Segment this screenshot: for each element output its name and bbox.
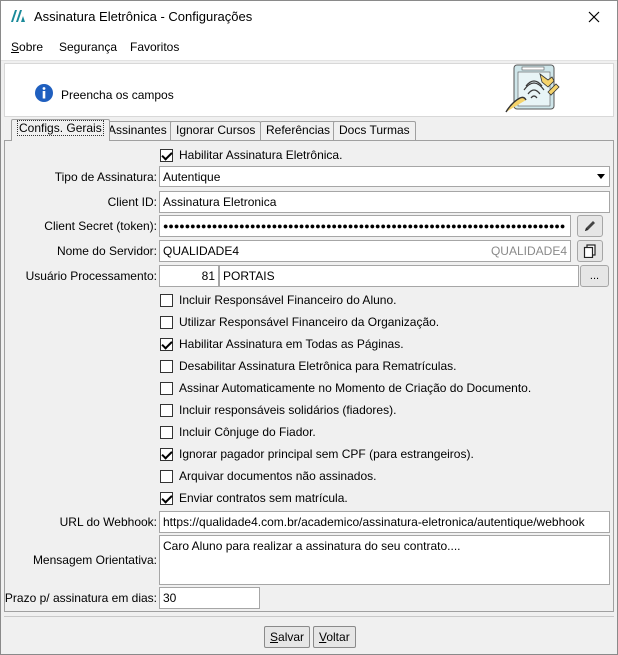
app-logo-icon xyxy=(11,10,25,22)
option-checkbox[interactable] xyxy=(160,403,173,417)
window-title: Assinatura Eletrônica - Configurações xyxy=(34,9,253,24)
info-icon xyxy=(35,84,53,102)
option-checkbox[interactable] xyxy=(160,469,173,483)
option-checkbox[interactable] xyxy=(160,315,173,329)
client-id-row: Client ID: Assinatura Eletronica xyxy=(5,191,613,213)
copy-servidor-button[interactable] xyxy=(577,240,603,262)
option-checkbox-row[interactable]: Arquivar documentos não assinados. xyxy=(160,468,376,484)
option-checkbox[interactable] xyxy=(160,359,173,373)
option-checkbox-label: Enviar contratos sem matrícula. xyxy=(179,491,348,505)
servidor-value: QUALIDADE4 xyxy=(163,244,240,258)
habilitar-assinatura-checkbox[interactable] xyxy=(160,148,173,162)
tipo-assinatura-select[interactable]: Autentique xyxy=(159,166,610,187)
header-instruction: Preencha os campos xyxy=(61,88,174,102)
option-checkbox-label: Habilitar Assinatura em Todas as Páginas… xyxy=(179,337,404,351)
option-checkbox[interactable] xyxy=(160,425,173,439)
servidor-input[interactable]: QUALIDADE4 QUALIDADE4 xyxy=(159,240,571,262)
webhook-label: URL do Webhook: xyxy=(59,515,157,529)
edit-secret-button[interactable] xyxy=(577,215,603,237)
pencil-icon xyxy=(585,221,595,231)
webhook-input[interactable]: https://qualidade4.com.br/academico/assi… xyxy=(159,511,610,533)
client-secret-input[interactable]: ●●●●●●●●●●●●●●●●●●●●●●●●●●●●●●●●●●●●●●●●… xyxy=(159,215,571,237)
usuario-row: Usuário Processamento: 81 PORTAIS ... xyxy=(5,265,613,287)
option-checkbox-row[interactable]: Ignorar pagador principal sem CPF (para … xyxy=(160,446,474,462)
option-checkbox-label: Utilizar Responsável Financeiro da Organ… xyxy=(179,315,440,329)
mensagem-label: Mensagem Orientativa: xyxy=(32,553,157,567)
voltar-button[interactable]: Voltar xyxy=(313,626,356,648)
option-checkbox-label: Desabilitar Assinatura Eletrônica para R… xyxy=(179,359,457,373)
client-secret-row: Client Secret (token): ●●●●●●●●●●●●●●●●●… xyxy=(5,215,613,237)
tab-referencias[interactable]: Referências xyxy=(260,121,337,140)
tipo-assinatura-label: Tipo de Assinatura: xyxy=(54,170,157,184)
option-checkbox[interactable] xyxy=(160,381,173,395)
option-checkbox[interactable] xyxy=(160,447,173,461)
option-checkbox-label: Incluir Responsável Financeiro do Aluno. xyxy=(179,293,397,307)
servidor-hint: QUALIDADE4 xyxy=(490,244,567,258)
option-checkbox-row[interactable]: Incluir Responsável Financeiro do Aluno. xyxy=(160,292,396,308)
tipo-assinatura-value: Autentique xyxy=(163,170,221,184)
menu-sobre[interactable]: Sobre xyxy=(11,40,43,54)
copy-icon xyxy=(583,244,596,258)
option-checkbox-row[interactable]: Assinar Automaticamente no Momento de Cr… xyxy=(160,380,531,396)
tab-configs-gerais[interactable]: Configs. Gerais xyxy=(11,119,110,141)
header-banner: Preencha os campos xyxy=(4,63,614,117)
option-checkbox-label: Incluir Cônjuge do Fiador. xyxy=(179,425,316,439)
webhook-row: URL do Webhook: https://qualidade4.com.b… xyxy=(5,511,613,533)
tab-docs-turmas[interactable]: Docs Turmas xyxy=(333,121,416,140)
dropdown-arrow-icon xyxy=(597,174,605,179)
option-checkbox[interactable] xyxy=(160,491,173,505)
mensagem-textarea[interactable]: Caro Aluno para realizar a assinatura do… xyxy=(159,535,610,585)
usuario-code-input[interactable]: 81 xyxy=(159,265,219,287)
close-button[interactable] xyxy=(571,1,617,32)
prazo-label: Prazo p/ assinatura em dias: xyxy=(4,591,157,605)
salvar-button[interactable]: Salvar xyxy=(264,626,311,648)
servidor-row: Nome do Servidor: QUALIDADE4 QUALIDADE4 xyxy=(5,240,613,262)
habilitar-assinatura-checkbox-row[interactable]: Habilitar Assinatura Eletrônica. xyxy=(160,147,342,163)
option-checkbox-row[interactable]: Utilizar Responsável Financeiro da Organ… xyxy=(160,314,439,330)
option-checkbox-label: Assinar Automaticamente no Momento de Cr… xyxy=(179,381,532,395)
prazo-row: Prazo p/ assinatura em dias: 30 xyxy=(5,587,613,609)
app-window: Assinatura Eletrônica - Configurações So… xyxy=(0,0,618,655)
option-checkbox-row[interactable]: Incluir Cônjuge do Fiador. xyxy=(160,424,316,440)
title-bar: Assinatura Eletrônica - Configurações xyxy=(1,1,617,32)
menu-seguranca[interactable]: Segurança xyxy=(59,40,117,54)
client-id-input[interactable]: Assinatura Eletronica xyxy=(159,191,610,213)
option-checkbox-row[interactable]: Desabilitar Assinatura Eletrônica para R… xyxy=(160,358,456,374)
option-checkbox-row[interactable]: Enviar contratos sem matrícula. xyxy=(160,490,348,506)
mensagem-row: Mensagem Orientativa: Caro Aluno para re… xyxy=(5,535,613,585)
usuario-name-input[interactable]: PORTAIS xyxy=(219,265,579,287)
option-checkbox-row[interactable]: Habilitar Assinatura em Todas as Páginas… xyxy=(160,336,404,352)
fingerprint-signature-icon xyxy=(505,64,560,113)
option-checkbox-label: Arquivar documentos não assinados. xyxy=(179,469,377,483)
footer-bar: Salvar Voltar xyxy=(4,616,614,652)
tab-panel-configs-gerais: Habilitar Assinatura Eletrônica. Tipo de… xyxy=(4,140,614,612)
option-checkbox-row[interactable]: Incluir responsáveis solidários (fiadore… xyxy=(160,402,396,418)
option-checkbox-label: Ignorar pagador principal sem CPF (para … xyxy=(179,447,474,461)
option-checkbox[interactable] xyxy=(160,337,173,351)
close-icon xyxy=(588,11,600,22)
client-secret-label: Client Secret (token): xyxy=(44,219,157,233)
usuario-lookup-button[interactable]: ... xyxy=(580,265,609,287)
tab-ignorar-cursos[interactable]: Ignorar Cursos xyxy=(170,121,262,140)
option-checkbox-label: Incluir responsáveis solidários (fiadore… xyxy=(179,403,397,417)
tipo-assinatura-row: Tipo de Assinatura: Autentique xyxy=(5,166,613,188)
menu-favoritos[interactable]: Favoritos xyxy=(130,40,179,54)
tab-assinantes[interactable]: Assinantes xyxy=(102,121,173,140)
option-checkbox[interactable] xyxy=(160,293,173,307)
servidor-label: Nome do Servidor: xyxy=(56,244,157,258)
usuario-label: Usuário Processamento: xyxy=(25,269,157,283)
habilitar-assinatura-label: Habilitar Assinatura Eletrônica. xyxy=(179,148,343,162)
menu-bar: Sobre Segurança Favoritos xyxy=(1,32,617,61)
client-id-label: Client ID: xyxy=(107,195,157,209)
prazo-input[interactable]: 30 xyxy=(159,587,260,609)
